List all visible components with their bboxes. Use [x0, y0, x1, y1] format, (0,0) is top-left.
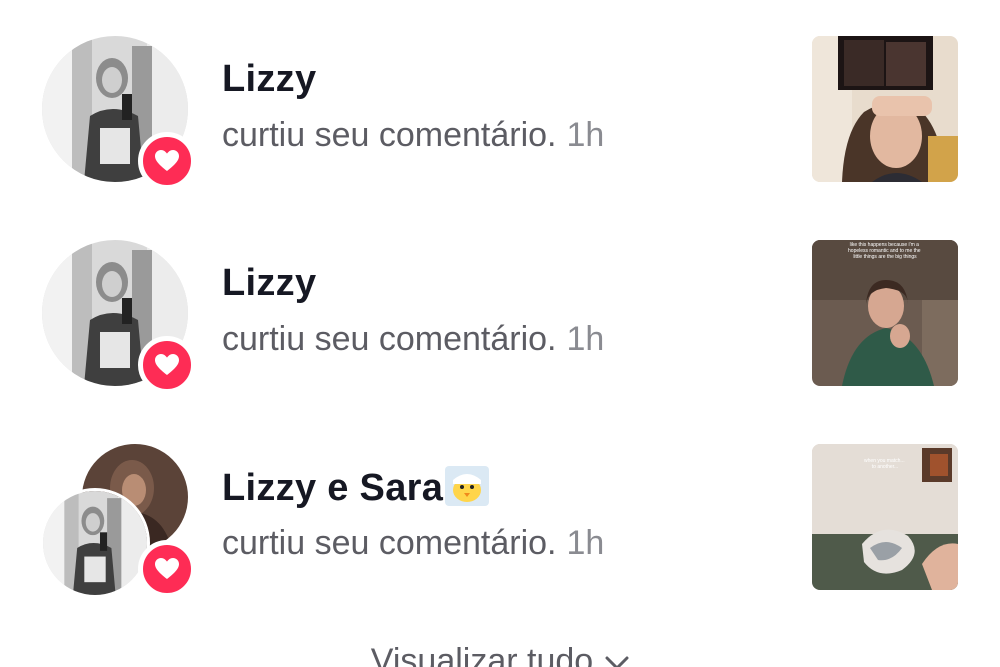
avatar-group[interactable]: [42, 36, 196, 190]
heart-badge-icon: [138, 540, 196, 598]
chick-emoji-icon: [445, 466, 490, 506]
action-text: curtiu seu comentário.: [222, 116, 557, 154]
user-name[interactable]: Lizzy e Sara: [222, 466, 490, 510]
activity-text: curtiu seu comentário. 1h: [222, 320, 604, 359]
view-all-label: Visualizar tudo: [370, 642, 594, 667]
video-thumbnail[interactable]: [812, 36, 958, 182]
heart-badge-icon: [138, 132, 196, 190]
notifications-panel: Lizzy curtiu seu comentário. 1h Lizzy cu…: [0, 0, 1000, 667]
action-text: curtiu seu comentário.: [222, 524, 557, 562]
chevron-down-icon: [605, 640, 629, 667]
thumbnail-caption: like this happens because i'm a hopeless…: [848, 242, 922, 260]
activity-text: curtiu seu comentário. 1h: [222, 524, 604, 563]
user-name[interactable]: Lizzy: [222, 262, 316, 305]
video-thumbnail[interactable]: when you match... to another...: [812, 444, 958, 590]
timestamp: 1h: [566, 524, 605, 562]
timestamp: 1h: [566, 116, 605, 154]
action-text: curtiu seu comentário.: [222, 320, 557, 358]
user-name-text: Lizzy e Sara: [222, 467, 444, 509]
avatar-group[interactable]: [40, 444, 196, 598]
timestamp: 1h: [566, 320, 605, 358]
avatar[interactable]: [40, 488, 150, 598]
video-thumbnail[interactable]: like this happens because i'm a hopeless…: [812, 240, 958, 386]
user-name[interactable]: Lizzy: [222, 58, 316, 101]
notification-item[interactable]: Lizzy curtiu seu comentário. 1h like this…: [0, 204, 1000, 394]
view-all-button[interactable]: Visualizar tudo: [0, 640, 1000, 667]
activity-text: curtiu seu comentário. 1h: [222, 116, 604, 155]
notification-item[interactable]: Lizzy curtiu seu comentário. 1h: [0, 0, 1000, 190]
heart-badge-icon: [138, 336, 196, 394]
notification-item[interactable]: Lizzy e Sara curtiu seu comentário. 1h w…: [0, 408, 1000, 598]
avatar-group[interactable]: [42, 240, 196, 394]
